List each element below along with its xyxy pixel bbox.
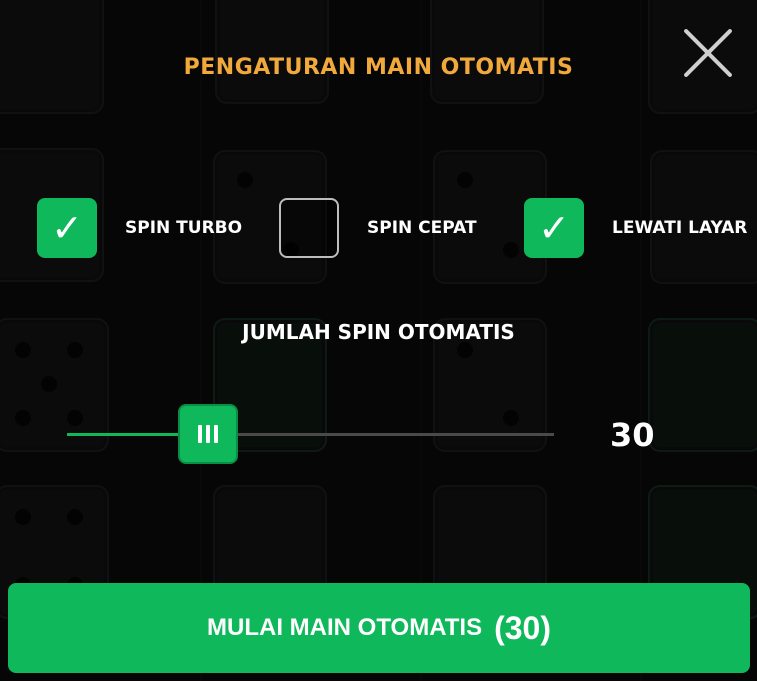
spin-cepat-label: SPIN CEPAT (367, 218, 477, 238)
auto-spin-slider-thumb[interactable] (178, 404, 239, 464)
start-autoplay-count: (30) (494, 609, 551, 646)
auto-spin-slider-track[interactable] (67, 433, 554, 436)
option-spin-turbo[interactable]: ✓ SPIN TURBO (37, 198, 242, 258)
auto-spin-count-label: JUMLAH SPIN OTOMATIS (242, 320, 515, 344)
spin-cepat-checkbox[interactable] (279, 198, 339, 258)
spin-turbo-checkbox[interactable]: ✓ (37, 198, 97, 258)
option-spin-cepat[interactable]: SPIN CEPAT (279, 198, 477, 258)
lewati-layar-checkbox[interactable]: ✓ (524, 198, 584, 258)
start-autoplay-label: MULAI MAIN OTOMATIS (207, 614, 483, 641)
option-lewati-layar[interactable]: ✓ LEWATI LAYAR (524, 198, 747, 258)
close-icon[interactable] (681, 26, 735, 80)
check-icon: ✓ (51, 206, 83, 250)
dialog-title: PENGATURAN MAIN OTOMATIS (183, 55, 574, 80)
check-icon: ✓ (538, 206, 570, 250)
grip-icon (198, 425, 203, 443)
auto-spin-value: 30 (610, 416, 655, 454)
start-autoplay-button[interactable]: MULAI MAIN OTOMATIS (30) (8, 583, 750, 673)
spin-turbo-label: SPIN TURBO (125, 218, 243, 238)
lewati-layar-label: LEWATI LAYAR (612, 218, 748, 238)
